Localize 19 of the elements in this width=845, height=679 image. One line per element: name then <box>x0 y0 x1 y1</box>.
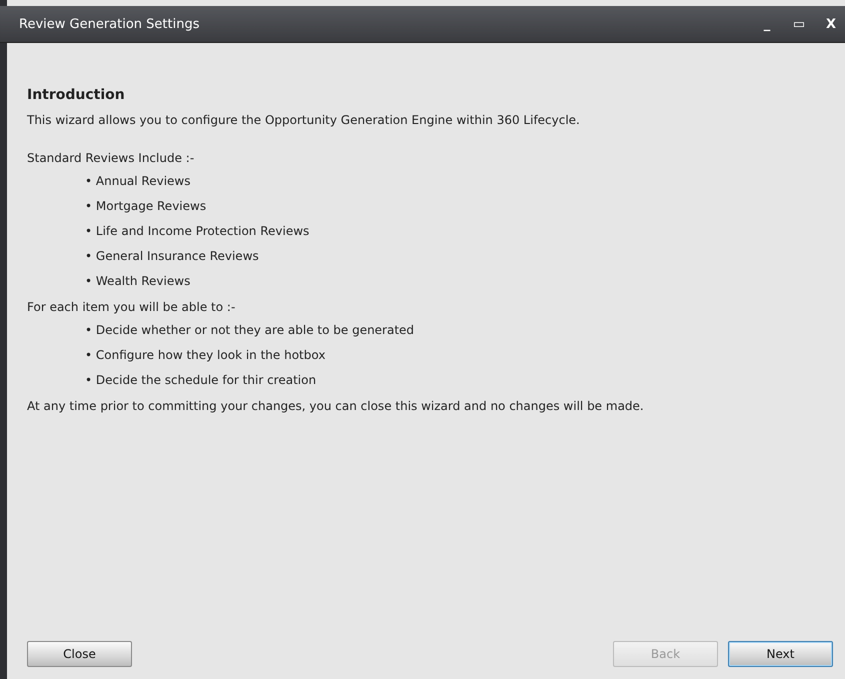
list-item: • Decide whether or not they are able to be generated <box>84 322 416 339</box>
list-item: • Configure how they look in the hotbox <box>84 347 326 364</box>
list-item: • General Insurance Reviews <box>84 248 260 265</box>
minimize-button[interactable]: _ <box>753 16 781 32</box>
list-item: • Life and Income Protection Reviews <box>84 223 310 240</box>
close-wizard-button[interactable]: Close <box>27 641 132 667</box>
list-label: Standard Reviews Include :- <box>27 151 196 165</box>
section-heading: Introduction <box>27 87 126 103</box>
list-label: For each item you will be able to :- <box>27 300 236 314</box>
next-button[interactable]: Next <box>728 641 833 667</box>
window-title: Review Generation Settings <box>19 16 200 32</box>
window-close-button[interactable]: X <box>817 16 845 32</box>
list-item: • Mortgage Reviews <box>84 198 208 215</box>
maximize-button[interactable]: ▭ <box>785 16 813 32</box>
note-text: At any time prior to committing your changes, you can close this wizard and no changes will be made. <box>27 399 645 413</box>
list-item: • Wealth Reviews <box>84 273 192 290</box>
list-item: • Annual Reviews <box>84 173 192 190</box>
list-item: • Decide the schedule for thir creation <box>84 372 318 389</box>
intro-text: This wizard allows you to configure the Opportunity Generation Engine within 360 Lifecycle. <box>27 113 581 127</box>
